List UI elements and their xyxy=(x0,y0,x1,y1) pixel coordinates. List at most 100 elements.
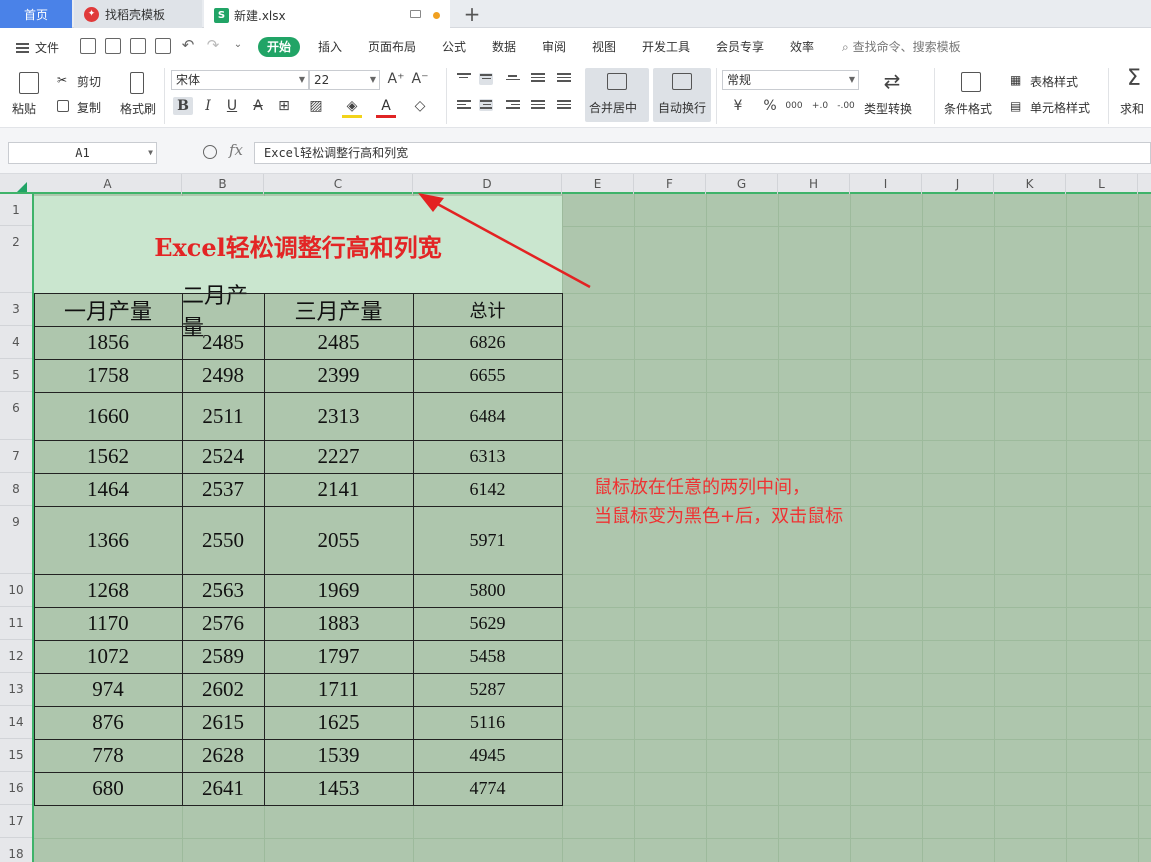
cut-icon[interactable]: ✂ xyxy=(57,73,67,87)
table-cell[interactable]: 876 xyxy=(34,706,182,739)
table-cell[interactable]: 1797 xyxy=(264,640,413,673)
menu-tab-insert[interactable]: 插入 xyxy=(318,37,342,57)
thousands-button[interactable]: 000 xyxy=(784,97,804,115)
align-bottom-icon[interactable] xyxy=(506,75,520,87)
table-cell[interactable]: 2511 xyxy=(182,392,264,440)
table-cell[interactable]: 778 xyxy=(34,739,182,772)
font-name-select[interactable]: 宋体 ▼ xyxy=(171,70,309,90)
cut-button[interactable]: 剪切 xyxy=(77,73,101,90)
paste-icon[interactable] xyxy=(19,72,39,94)
table-cell[interactable]: 2055 xyxy=(264,506,413,574)
column-header-g[interactable]: G xyxy=(706,174,778,194)
row-header-2[interactable]: 2 xyxy=(0,226,32,293)
table-header-cell[interactable]: 总计 xyxy=(413,293,562,326)
justify-icon[interactable] xyxy=(531,100,545,112)
strikethrough-icon[interactable]: A xyxy=(248,97,268,115)
column-header-l[interactable]: L xyxy=(1066,174,1138,194)
column-header-k[interactable]: K xyxy=(994,174,1066,194)
menu-tab-page-layout[interactable]: 页面布局 xyxy=(368,37,416,57)
table-cell[interactable]: 2485 xyxy=(182,326,264,359)
print-preview-icon[interactable] xyxy=(155,38,171,54)
table-cell[interactable]: 1660 xyxy=(34,392,182,440)
zoom-icon[interactable] xyxy=(203,145,217,159)
table-cell[interactable]: 2227 xyxy=(264,440,413,473)
table-style-icon[interactable]: ▦ xyxy=(1010,73,1021,87)
table-cell[interactable]: 974 xyxy=(34,673,182,706)
table-cell[interactable]: 2141 xyxy=(264,473,413,506)
table-cell[interactable]: 2498 xyxy=(182,359,264,392)
align-left-icon[interactable] xyxy=(457,100,471,112)
column-header-c[interactable]: C xyxy=(264,174,413,194)
column-header-i[interactable]: I xyxy=(850,174,922,194)
font-size-select[interactable]: 22 ▼ xyxy=(309,70,380,90)
fill-pattern-icon[interactable]: ▨ xyxy=(306,97,326,115)
table-cell[interactable]: 1969 xyxy=(264,574,413,607)
clear-format-icon[interactable]: ◇ xyxy=(410,97,430,115)
table-cell[interactable]: 6655 xyxy=(413,359,562,392)
table-cell[interactable]: 2563 xyxy=(182,574,264,607)
row-header-7[interactable]: 7 xyxy=(0,440,32,473)
decrease-indent-icon[interactable] xyxy=(531,73,545,85)
table-cell[interactable]: 680 xyxy=(34,772,182,805)
table-cell[interactable]: 2537 xyxy=(182,473,264,506)
row-header-5[interactable]: 5 xyxy=(0,359,32,392)
decrease-font-icon[interactable]: A⁻ xyxy=(410,70,430,88)
cell-style-icon[interactable]: ▤ xyxy=(1010,99,1021,113)
row-header-1[interactable]: 1 xyxy=(0,194,32,226)
number-format-select[interactable]: 常规 ▼ xyxy=(722,70,859,90)
bold-button[interactable]: B xyxy=(173,97,193,115)
file-menu[interactable]: 文件 xyxy=(16,39,59,56)
fx-icon[interactable]: fx xyxy=(229,141,243,159)
new-tab-plus-icon[interactable]: + xyxy=(462,2,482,26)
table-cell[interactable]: 2399 xyxy=(264,359,413,392)
table-cell[interactable]: 1539 xyxy=(264,739,413,772)
row-header-8[interactable]: 8 xyxy=(0,473,32,506)
table-cell[interactable]: 4774 xyxy=(413,772,562,805)
row-header-17[interactable]: 17 xyxy=(0,805,32,838)
table-header-cell[interactable]: 二月产量 xyxy=(182,283,264,340)
table-header-cell[interactable]: 一月产量 xyxy=(34,293,182,326)
save-icon[interactable] xyxy=(80,38,96,54)
table-cell[interactable]: 5971 xyxy=(413,506,562,574)
sum-button[interactable]: 求和 xyxy=(1120,100,1144,117)
redo-icon[interactable]: ↷ xyxy=(205,38,221,54)
table-cell[interactable]: 2628 xyxy=(182,739,264,772)
table-cell[interactable]: 5629 xyxy=(413,607,562,640)
table-cell[interactable]: 6826 xyxy=(413,326,562,359)
table-cell[interactable]: 4945 xyxy=(413,739,562,772)
table-cell[interactable]: 1464 xyxy=(34,473,182,506)
paste-button[interactable]: 粘贴 xyxy=(12,100,36,117)
formula-input[interactable]: Excel轻松调整行高和列宽 xyxy=(254,142,1151,164)
row-header-11[interactable]: 11 xyxy=(0,607,32,640)
row-header-10[interactable]: 10 xyxy=(0,574,32,607)
menu-tab-home[interactable]: 开始 xyxy=(258,37,301,57)
table-cell[interactable]: 1711 xyxy=(264,673,413,706)
underline-button[interactable]: U xyxy=(222,97,242,115)
fill-color-icon[interactable]: ◈ xyxy=(342,97,362,118)
table-cell[interactable]: 5800 xyxy=(413,574,562,607)
distributed-icon[interactable] xyxy=(557,100,571,112)
column-header-f[interactable]: F xyxy=(634,174,706,194)
table-cell[interactable]: 1366 xyxy=(34,506,182,574)
table-cell[interactable]: 2524 xyxy=(182,440,264,473)
merge-center-group[interactable]: 合并居中 xyxy=(585,68,649,122)
format-painter-button[interactable]: 格式刷 xyxy=(120,100,156,117)
italic-button[interactable]: I xyxy=(198,97,218,115)
table-cell[interactable]: 5458 xyxy=(413,640,562,673)
column-header-h[interactable]: H xyxy=(778,174,850,194)
table-cell[interactable]: 1625 xyxy=(264,706,413,739)
table-cell[interactable]: 5116 xyxy=(413,706,562,739)
table-cell[interactable]: 6484 xyxy=(413,392,562,440)
table-cell[interactable]: 2602 xyxy=(182,673,264,706)
menu-tab-review[interactable]: 审阅 xyxy=(542,37,566,57)
table-cell[interactable]: 1758 xyxy=(34,359,182,392)
format-painter-icon[interactable] xyxy=(130,72,144,94)
wrap-text-group[interactable]: 自动换行 xyxy=(653,68,711,122)
name-box[interactable]: A1 ▼ xyxy=(8,142,157,164)
menu-tab-formulas[interactable]: 公式 xyxy=(442,37,466,57)
table-cell[interactable]: 1072 xyxy=(34,640,182,673)
tab-templates[interactable]: ✦ 找稻壳模板 xyxy=(74,0,202,28)
row-header-6[interactable]: 6 xyxy=(0,392,32,440)
monitor-icon[interactable] xyxy=(410,10,421,18)
table-cell[interactable]: 1562 xyxy=(34,440,182,473)
